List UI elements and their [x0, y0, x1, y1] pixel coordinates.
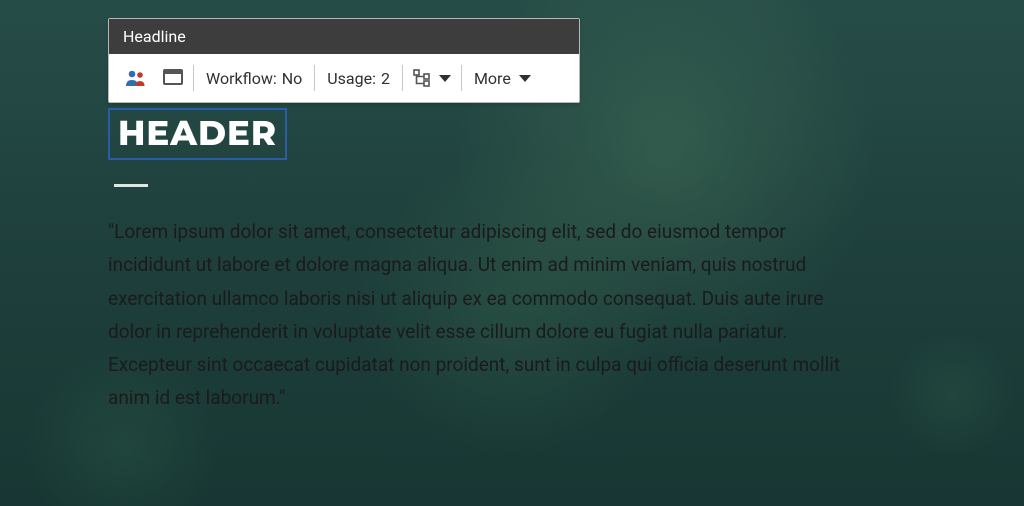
tree-icon	[413, 69, 431, 87]
window-icon	[163, 69, 183, 87]
workflow-status[interactable]: Workflow: No	[196, 60, 312, 96]
page-content: HEADER "Lorem ipsum dolor sit amet, cons…	[108, 108, 934, 415]
users-icon-button[interactable]	[117, 60, 155, 96]
body-paragraph[interactable]: "Lorem ipsum dolor sit amet, consectetur…	[108, 215, 868, 415]
chevron-down-icon	[519, 75, 531, 82]
toolbar-divider	[193, 65, 194, 91]
usage-label: Usage:	[327, 69, 376, 88]
more-dropdown-button[interactable]: More	[464, 60, 541, 96]
users-icon	[125, 68, 147, 88]
toolbar-body: Workflow: No Usage: 2 More	[109, 54, 579, 102]
toolbar-divider	[314, 65, 315, 91]
toolbar-divider	[402, 65, 403, 91]
tree-dropdown-button[interactable]	[405, 60, 459, 96]
chevron-down-icon	[439, 75, 451, 82]
usage-value: 2	[381, 69, 390, 88]
header-selection-box[interactable]: HEADER	[108, 108, 287, 160]
window-icon-button[interactable]	[155, 60, 191, 96]
workflow-value: No	[282, 69, 303, 88]
toolbar-title: Headline	[109, 19, 579, 54]
editor-toolbar: Headline Workflow: No Usage:	[108, 18, 580, 103]
page-header[interactable]: HEADER	[118, 112, 277, 154]
workflow-label: Workflow:	[206, 69, 277, 88]
usage-status[interactable]: Usage: 2	[317, 60, 400, 96]
more-label: More	[474, 69, 511, 88]
toolbar-divider	[461, 65, 462, 91]
header-underline	[114, 184, 148, 187]
